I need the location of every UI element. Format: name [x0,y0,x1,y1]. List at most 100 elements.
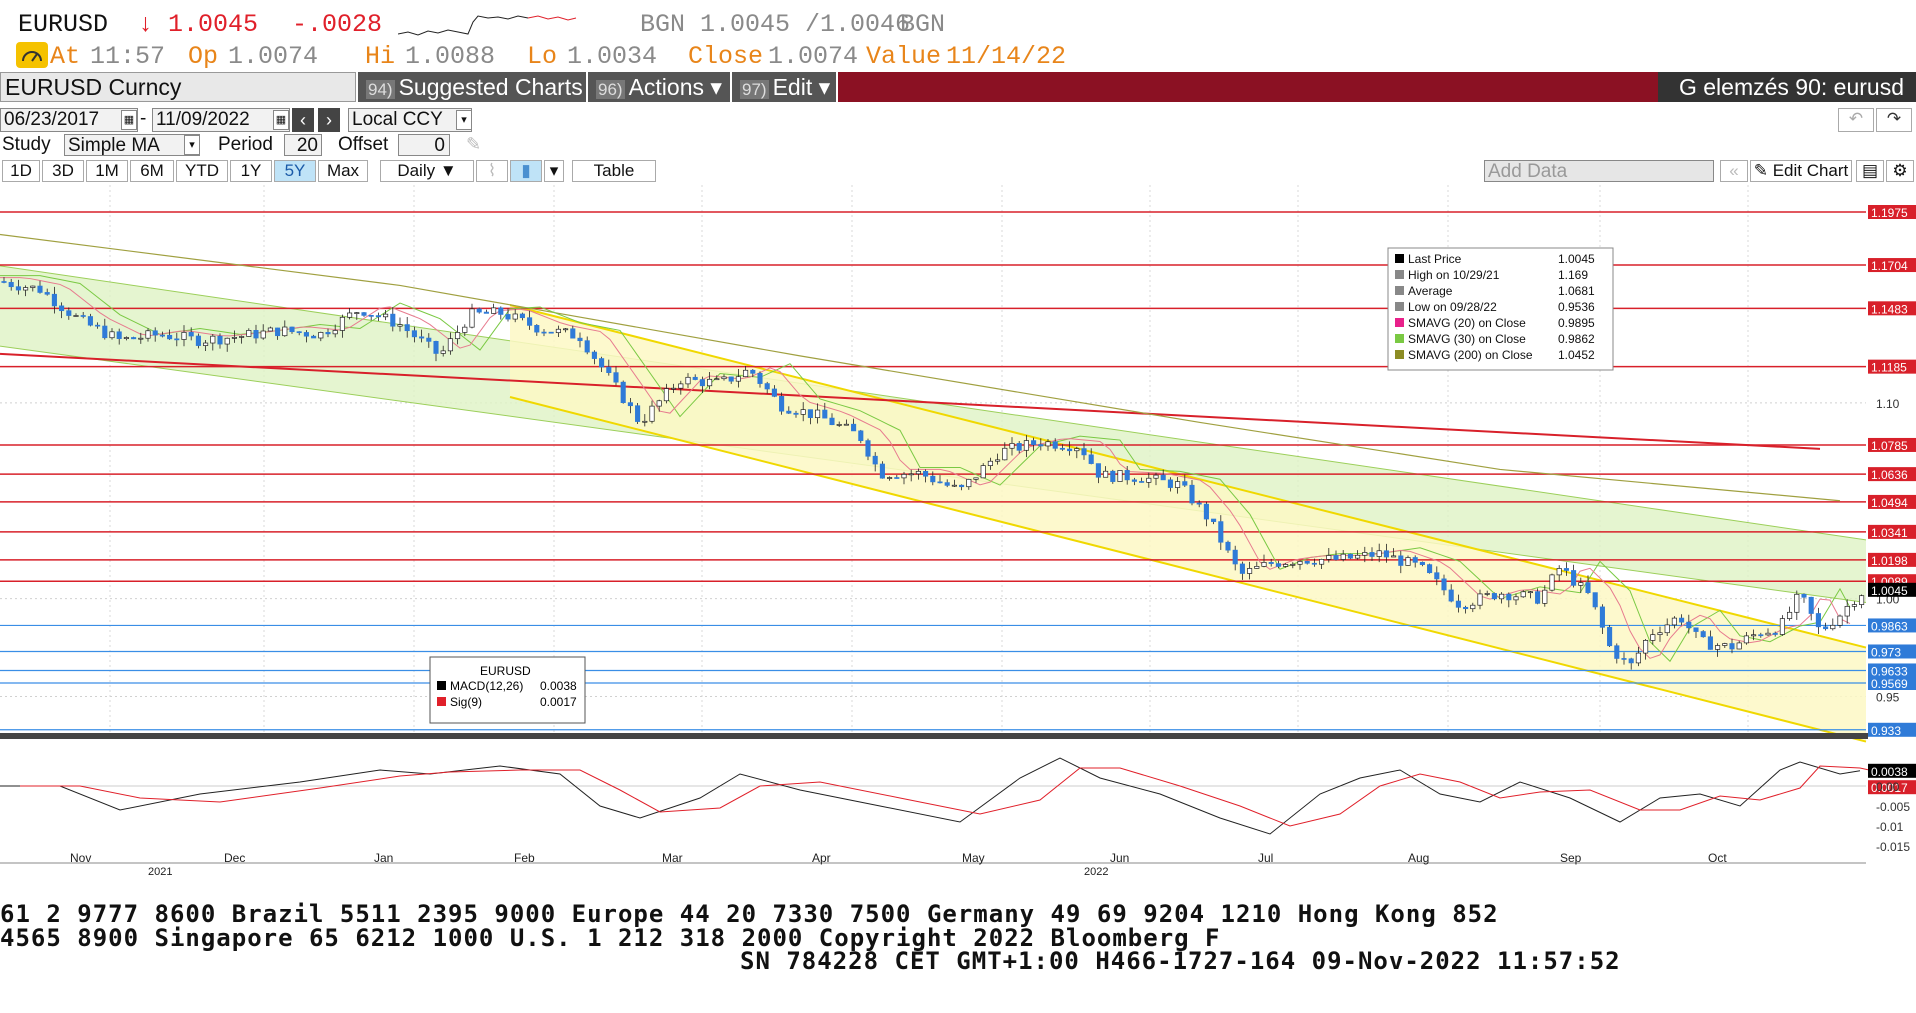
candle-body [174,338,180,341]
candle-body [246,330,252,337]
candle-body [1333,555,1339,560]
collapse-icon[interactable]: « [1720,160,1748,182]
end-date-field[interactable]: 11/09/2022 [152,108,290,132]
study-select[interactable]: Simple MA [64,134,200,156]
speedometer-icon[interactable] [16,42,48,68]
line-chart-icon[interactable]: ⌇ [476,160,508,182]
edit-menu[interactable]: 97) Edit ▾ [732,72,836,102]
candle-body [498,307,504,315]
pencil-icon[interactable]: ✎ [466,134,481,155]
candle-body [1844,606,1850,617]
candle-body [66,310,72,316]
macd-legend-swatch [437,681,446,690]
prev-period-button[interactable]: ‹ [292,108,314,132]
redo-icon[interactable]: ↷ [1876,108,1912,132]
candle-body [973,477,979,480]
legend-value: 1.0045 [1558,252,1595,266]
macd-legend-label: Sig(9) [450,695,482,709]
security-field[interactable]: EURUSD Curncy [0,72,356,102]
start-date-field[interactable]: 06/23/2017 [0,108,138,132]
calendar-icon[interactable]: ▦ [121,110,137,130]
candle-body [1837,615,1843,626]
candle-body [1369,552,1375,557]
candle-body [685,376,691,385]
range-tab-1d[interactable]: 1D [2,160,40,182]
candle-body [1635,652,1641,664]
candle-body [44,292,50,295]
candle-body [570,328,576,339]
range-tab-1m[interactable]: 1M [86,160,128,182]
candle-body [1736,642,1742,650]
undo-icon[interactable]: ↶ [1838,108,1874,132]
edit-chart-button[interactable]: ✎ Edit Chart [1750,160,1852,182]
range-tab-ytd[interactable]: YTD [176,160,228,182]
candle-body [1211,518,1217,522]
candle-body [627,402,633,407]
candle-body [1693,627,1699,632]
legend-swatch [1395,270,1404,279]
close-label: Close [688,42,764,71]
candle-body [1599,606,1605,628]
candle-body [735,376,741,382]
price-tag-red-label: 1.0341 [1871,526,1908,540]
candle-body [944,482,950,486]
title-bar: EURUSD Curncy 94) Suggested Charts 96) Act… [0,72,1916,102]
legend-label: Last Price [1408,252,1462,266]
chevron-down-icon[interactable]: ▾ [184,135,200,155]
next-period-button[interactable]: › [318,108,340,132]
month-label: Jul [1258,851,1273,865]
candle-body [1686,621,1692,629]
range-tab-6m[interactable]: 6M [130,160,174,182]
frequency-select[interactable]: Daily ▼ [380,160,474,182]
gear-icon[interactable]: ⚙ [1886,160,1914,182]
chevron-down-icon[interactable]: ▾ [544,160,564,182]
month-label: Aug [1408,851,1429,865]
currency-select[interactable]: Local CCY [348,108,472,132]
add-data-input[interactable]: Add Data [1484,160,1714,182]
candle-body [1218,521,1224,543]
candle-body [707,378,713,387]
range-tab-1y[interactable]: 1Y [230,160,272,182]
candle-body [887,477,893,479]
candle-body [260,330,266,339]
value-date: 11/14/22 [946,42,1067,71]
analysis-label: G elemzés 90: eurusd [1658,72,1916,102]
candle-body [678,383,684,389]
calendar-icon[interactable]: ▦ [273,110,289,130]
price-tag-red-label: 1.0636 [1871,468,1908,482]
candle-body [332,330,338,335]
period-field[interactable]: 20 [284,134,322,156]
table-button[interactable]: Table [572,160,656,182]
edit-number: 97) [740,80,769,99]
candle-body [73,315,79,317]
actions-menu[interactable]: 96) Actions ▾ [588,72,730,102]
candle-body [1009,443,1015,449]
candle-body [620,381,626,403]
candle-body [1455,600,1461,608]
candle-body [1275,563,1281,567]
legend-swatch [1395,286,1404,295]
candle-body [894,477,900,479]
chart-settings-icon[interactable]: ▤ [1856,160,1884,182]
candle-body [1628,658,1634,664]
range-tab-5y[interactable]: 5Y [274,160,316,182]
price-tag-blue-label: 0.9569 [1871,677,1908,691]
bar-chart-icon[interactable]: ▮ [510,160,542,182]
candle-body [1765,632,1771,636]
price-chart[interactable]: 1.101.000.951.19751.17041.14831.11851.07… [0,185,1916,875]
candle-body [1427,564,1433,574]
candle-body [123,337,129,339]
offset-field[interactable]: 0 [398,134,450,156]
candle-body [102,325,108,339]
candle-body [1383,550,1389,558]
candle-body [1153,474,1159,479]
range-tab-max[interactable]: Max [318,160,368,182]
month-label: Feb [514,851,535,865]
quote-header-row1: EURUSD ↓ 1.0045 -.0028 BGN 1.0045 /1.004… [0,6,1916,39]
candle-body [1808,596,1814,614]
suggested-charts-button[interactable]: 94) Suggested Charts [358,72,586,102]
candle-body [210,335,216,344]
high-value: 1.0088 [405,42,496,71]
range-tab-3d[interactable]: 3D [42,160,84,182]
chevron-down-icon[interactable]: ▾ [456,110,472,130]
